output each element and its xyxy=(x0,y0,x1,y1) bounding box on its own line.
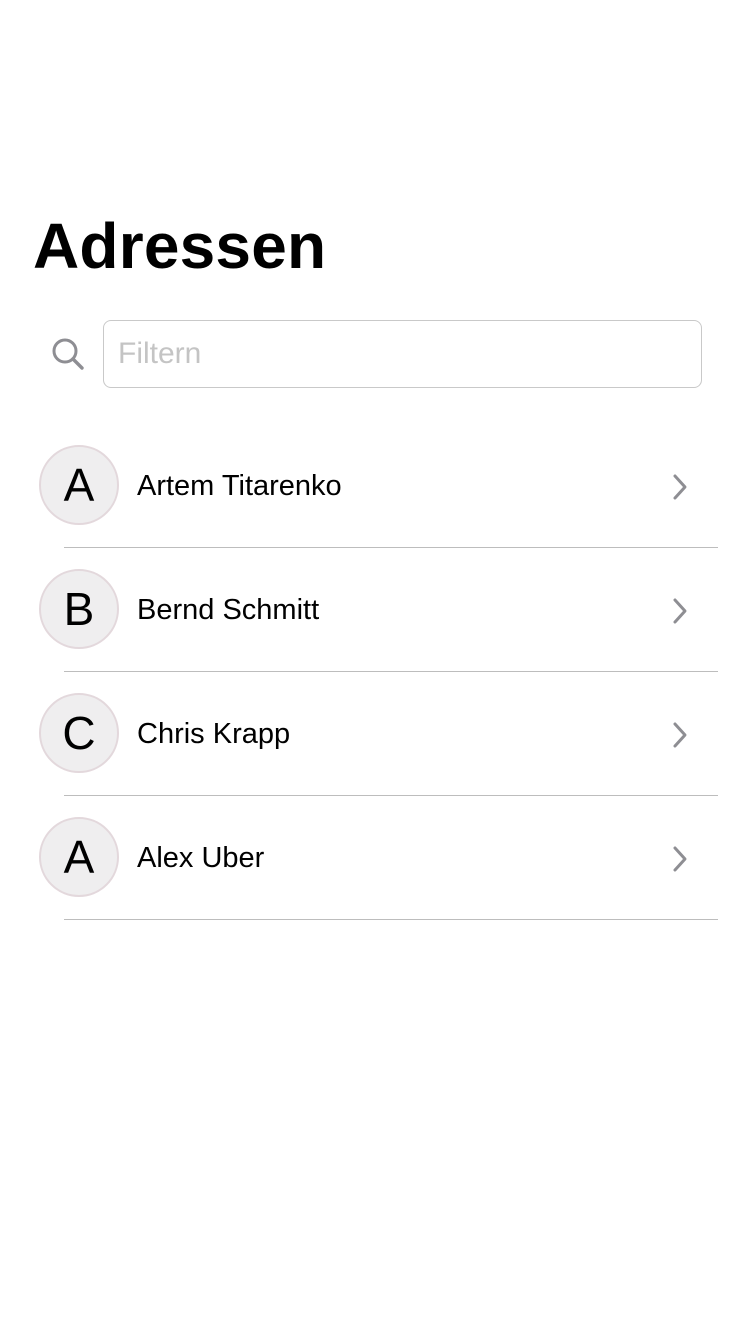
contact-name: Alex Uber xyxy=(137,842,265,874)
chevron-right-icon xyxy=(670,720,690,750)
contact-name: Chris Krapp xyxy=(137,718,291,750)
chevron-right-icon xyxy=(670,844,690,874)
list-item[interactable]: C Chris Krapp xyxy=(0,672,750,796)
search-icon xyxy=(50,336,86,372)
list-item[interactable]: A Artem Titarenko xyxy=(0,424,750,548)
contact-list: A Artem Titarenko B Bernd Schmitt C Chri… xyxy=(0,424,750,920)
list-item[interactable]: A Alex Uber xyxy=(0,796,750,920)
contact-name: Bernd Schmitt xyxy=(137,594,320,626)
page-title: Adressen xyxy=(33,210,327,282)
avatar: B xyxy=(39,569,119,649)
search-bar xyxy=(0,320,750,388)
chevron-right-icon xyxy=(670,472,690,502)
avatar: A xyxy=(39,817,119,897)
chevron-right-icon xyxy=(670,596,690,626)
avatar: A xyxy=(39,445,119,525)
contact-name: Artem Titarenko xyxy=(137,470,342,502)
divider xyxy=(64,919,718,920)
list-item[interactable]: B Bernd Schmitt xyxy=(0,548,750,672)
avatar: C xyxy=(39,693,119,773)
search-input[interactable] xyxy=(103,320,702,388)
